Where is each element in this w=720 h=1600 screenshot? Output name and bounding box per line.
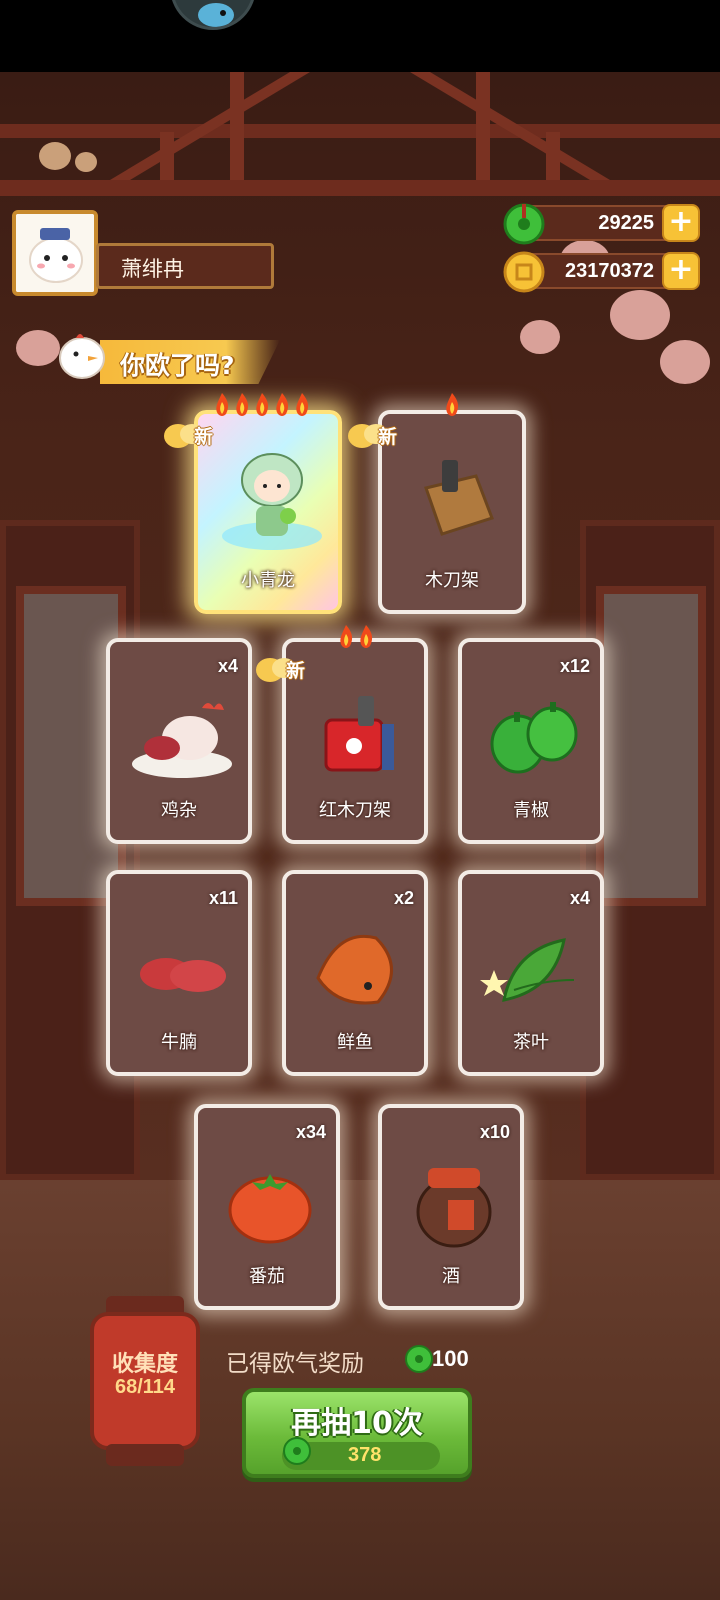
- flame-icon: [340, 625, 353, 648]
- reward-label: 已得欧气奖励: [226, 1351, 364, 1377]
- flame-icon: [216, 393, 229, 416]
- collection-value: 68/114: [114, 1376, 176, 1398]
- rarity-flames: [336, 624, 376, 650]
- status-bar: [0, 0, 720, 72]
- jade-icon: [503, 203, 545, 245]
- jade-icon: [405, 1345, 433, 1373]
- jade-value: 29225: [598, 212, 654, 234]
- tomato-icon: [228, 1174, 312, 1244]
- card-count: x2: [393, 888, 414, 908]
- card-name: 小青龙: [241, 570, 295, 591]
- player-name-box: 萧绯冉: [96, 243, 274, 289]
- fresh-fish-icon: [316, 934, 393, 1005]
- card-name: 青椒: [513, 800, 549, 821]
- beef-brisket-icon: [140, 958, 226, 992]
- add-jade-button[interactable]: +: [662, 204, 700, 242]
- new-label: 新: [286, 660, 306, 682]
- rarity-flames: [442, 392, 462, 418]
- collection-lantern[interactable]: 收集度 68/114: [90, 1312, 200, 1450]
- banner-text: 你欧了吗?: [120, 351, 235, 380]
- cat-avatar-icon: [16, 214, 94, 292]
- draw-card[interactable]: x2 鲜鱼: [282, 870, 428, 1076]
- coin-value: 23170372: [565, 260, 654, 282]
- card-name: 酒: [442, 1266, 460, 1287]
- card-name: 牛腩: [161, 1032, 197, 1053]
- card-name: 番茄: [249, 1266, 285, 1287]
- card-name: 鸡杂: [161, 800, 197, 821]
- coin-icon: [503, 251, 545, 293]
- flame-icon: [236, 393, 249, 416]
- card-name: 茶叶: [513, 1032, 549, 1053]
- draw-card[interactable]: x12 青椒: [458, 638, 604, 844]
- player-avatar[interactable]: [12, 210, 98, 296]
- new-tag: 新: [254, 650, 332, 690]
- card-count: x10: [479, 1122, 510, 1142]
- chicken-giblets-icon: [132, 703, 232, 778]
- card-count: x11: [208, 888, 238, 908]
- card-name: 木刀架: [425, 570, 479, 591]
- left-door: [0, 520, 140, 1180]
- blossom-decoration: [610, 290, 670, 340]
- tea-leaves-icon: [480, 938, 575, 1002]
- coin-currency: 23170372 +: [503, 251, 700, 293]
- roof-beams: [0, 72, 720, 196]
- dragon-boy-icon: [222, 453, 322, 550]
- card-count: x4: [217, 656, 238, 676]
- flame-icon: [446, 393, 459, 416]
- wine-jar-icon: [416, 1168, 492, 1248]
- card-count: x12: [559, 656, 590, 676]
- flame-icon: [296, 393, 309, 416]
- draw-card[interactable]: x34 番茄: [194, 1104, 340, 1310]
- draw-again-label: 再抽10次: [291, 1406, 423, 1441]
- flame-icon: [256, 393, 269, 416]
- card-count: x34: [295, 1122, 326, 1142]
- add-coin-button[interactable]: +: [662, 252, 700, 290]
- draw-again-button[interactable]: 再抽10次 378: [242, 1388, 472, 1478]
- mahogany-knife-block-icon: [324, 696, 394, 772]
- jade-icon: [283, 1437, 311, 1465]
- player-name: 萧绯冉: [121, 257, 184, 281]
- card-name: 红木刀架: [319, 800, 391, 821]
- draw-cost: 378: [348, 1444, 382, 1466]
- new-tag: 新: [162, 416, 240, 456]
- reward-value: 100: [432, 1346, 469, 1371]
- draw-card[interactable]: x11 牛腩: [106, 870, 252, 1076]
- card-count: x4: [569, 888, 590, 908]
- new-label: 新: [378, 426, 398, 448]
- top-avatar: [170, 0, 256, 30]
- draw-card[interactable]: x4 茶叶: [458, 870, 604, 1076]
- blossom-decoration: [660, 340, 710, 384]
- rarity-flames: [212, 392, 312, 418]
- green-pepper-icon: [490, 702, 578, 774]
- right-door: [580, 520, 720, 1180]
- draw-card[interactable]: x4 鸡杂: [106, 638, 252, 844]
- jade-currency: 29225 +: [503, 203, 700, 245]
- blossom-decoration: [520, 320, 560, 354]
- card-name: 鲜鱼: [337, 1032, 373, 1053]
- lucky-banner: 你欧了吗?: [100, 340, 280, 384]
- draw-card[interactable]: x10 酒: [378, 1104, 524, 1310]
- flame-icon: [276, 393, 289, 416]
- collection-label: 收集度: [111, 1352, 178, 1377]
- lantern-base: [106, 1444, 184, 1466]
- new-label: 新: [194, 426, 214, 448]
- flame-icon: [360, 625, 373, 648]
- new-tag: 新: [346, 416, 424, 456]
- chick-icon: [59, 334, 105, 379]
